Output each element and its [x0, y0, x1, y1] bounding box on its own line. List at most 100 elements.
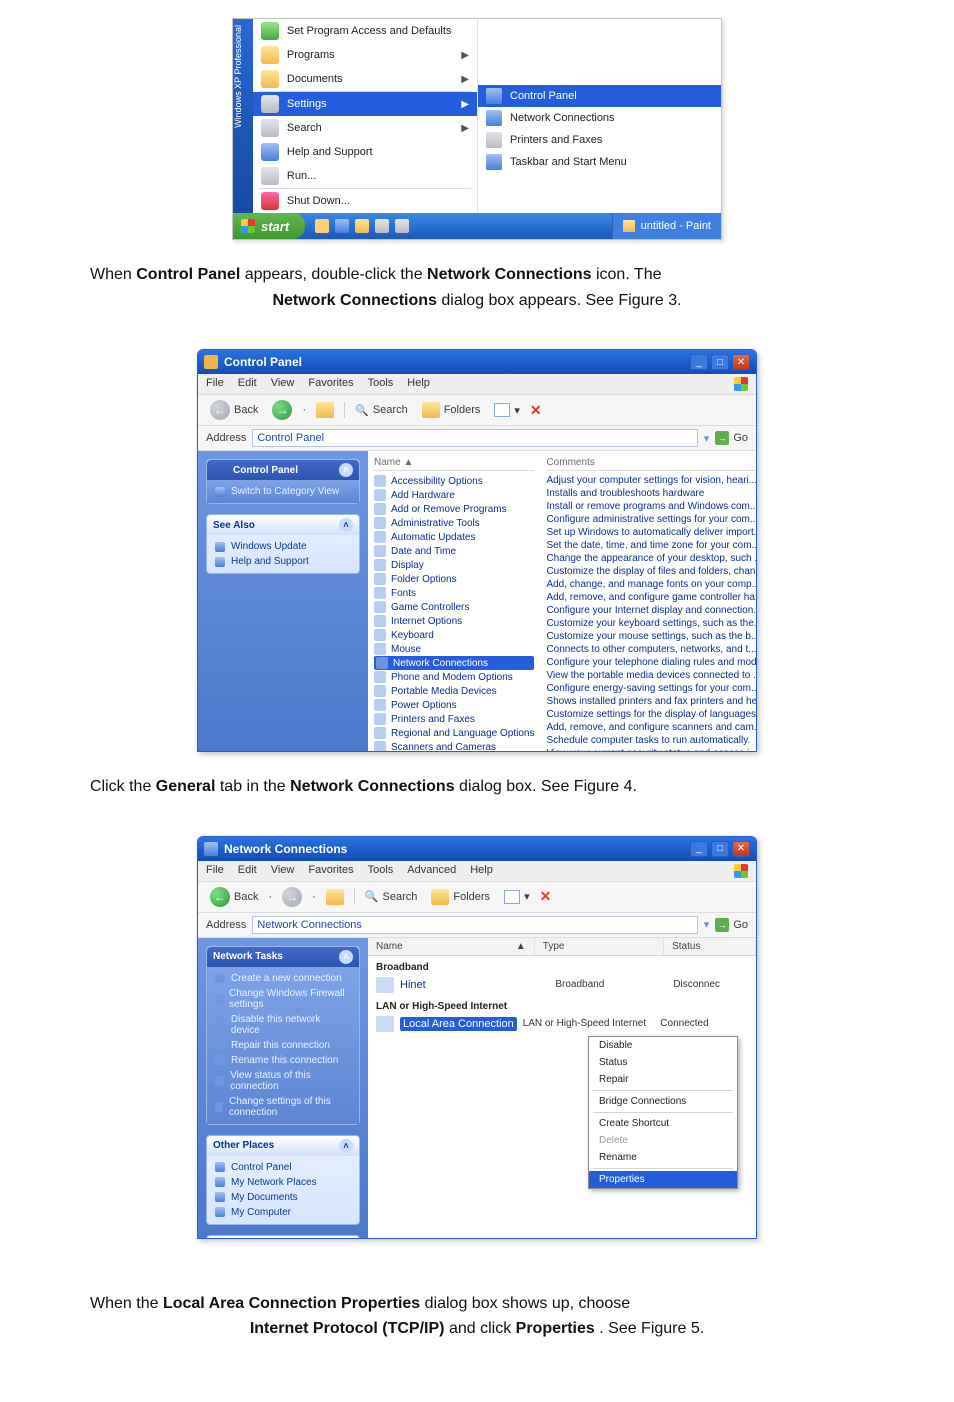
context-menu-item[interactable]: Bridge Connections — [589, 1093, 737, 1110]
side-link[interactable]: My Documents — [215, 1192, 351, 1203]
list-item[interactable]: Automatic Updates — [374, 530, 534, 544]
menu-view[interactable]: View — [271, 864, 295, 878]
column-header-type[interactable]: Type — [535, 938, 664, 955]
start-menu-item[interactable]: Shut Down... — [253, 189, 477, 213]
list-item[interactable]: Power Options — [374, 698, 534, 712]
tray-icon[interactable] — [335, 219, 349, 233]
column-header-name[interactable]: Name ▲ — [374, 457, 534, 471]
connection-row[interactable]: Local Area ConnectionLAN or High-Speed I… — [368, 1014, 756, 1034]
views-button[interactable]: ▾ — [490, 402, 524, 418]
folders-button[interactable]: Folders — [427, 888, 494, 906]
up-button[interactable] — [322, 888, 348, 906]
taskbar-task[interactable]: untitled - Paint — [612, 213, 721, 239]
close-button[interactable]: ✕ — [732, 354, 750, 370]
tray-icon[interactable] — [315, 219, 329, 233]
maximize-button[interactable]: □ — [711, 354, 729, 370]
context-menu-item[interactable]: Status — [589, 1054, 737, 1071]
list-item[interactable]: Portable Media Devices — [374, 684, 534, 698]
list-item[interactable]: Date and Time — [374, 544, 534, 558]
back-button[interactable]: ←Back — [206, 399, 262, 421]
menu-help[interactable]: Help — [470, 864, 493, 878]
submenu-item[interactable]: Taskbar and Start Menu — [478, 151, 721, 173]
menu-view[interactable]: View — [271, 377, 295, 391]
forward-button[interactable]: → — [278, 886, 306, 908]
context-menu-item[interactable]: Rename — [589, 1149, 737, 1166]
go-button[interactable]: →Go — [715, 918, 748, 932]
tray-icon[interactable] — [375, 219, 389, 233]
start-button[interactable]: start — [233, 213, 305, 239]
close-button[interactable]: ✕ — [732, 841, 750, 857]
submenu-item[interactable]: Control Panel — [478, 85, 721, 107]
side-link[interactable]: Help and Support — [215, 556, 351, 567]
collapse-icon[interactable]: ˄ — [339, 518, 353, 532]
side-link[interactable]: Create a new connection — [215, 973, 351, 984]
side-link[interactable]: View status of this connection — [215, 1070, 351, 1092]
side-link[interactable]: Repair this connection — [215, 1040, 351, 1051]
up-button[interactable] — [312, 401, 338, 419]
menu-tools[interactable]: Tools — [368, 377, 394, 391]
side-link[interactable]: Rename this connection — [215, 1055, 351, 1066]
context-menu-item[interactable]: Properties — [589, 1171, 737, 1188]
address-input[interactable] — [252, 429, 697, 447]
switch-view-link[interactable]: Switch to Category View — [215, 486, 351, 497]
menu-tools[interactable]: Tools — [368, 864, 394, 878]
list-item[interactable]: Folder Options — [374, 572, 534, 586]
collapse-icon[interactable]: ˄ — [339, 463, 353, 477]
context-menu-item[interactable]: Disable — [589, 1037, 737, 1054]
menu-file[interactable]: File — [206, 864, 224, 878]
menu-edit[interactable]: Edit — [238, 377, 257, 391]
menu-favorites[interactable]: Favorites — [308, 864, 353, 878]
start-menu-item[interactable]: Settings▶ — [253, 92, 477, 116]
list-item[interactable]: Phone and Modem Options — [374, 670, 534, 684]
delete-icon[interactable]: ✕ — [530, 402, 542, 419]
views-button[interactable]: ▾ — [500, 889, 534, 905]
list-item[interactable]: Regional and Language Options — [374, 726, 534, 740]
folders-button[interactable]: Folders — [418, 401, 485, 419]
list-item[interactable]: Game Controllers — [374, 600, 534, 614]
list-item[interactable]: Printers and Faxes — [374, 712, 534, 726]
menu-file[interactable]: File — [206, 377, 224, 391]
start-menu-item[interactable]: Run... — [253, 164, 477, 188]
start-menu-item[interactable]: Set Program Access and Defaults — [253, 19, 477, 43]
menu-edit[interactable]: Edit — [238, 864, 257, 878]
submenu-item[interactable]: Network Connections — [478, 107, 721, 129]
list-item[interactable]: Administrative Tools — [374, 516, 534, 530]
list-item[interactable]: Add Hardware — [374, 488, 534, 502]
list-item[interactable]: Add or Remove Programs — [374, 502, 534, 516]
column-header-name[interactable]: Name ▲ — [368, 938, 535, 955]
start-menu-item[interactable]: Help and Support — [253, 140, 477, 164]
tray-icon[interactable] — [395, 219, 409, 233]
search-button[interactable]: 🔍Search — [351, 403, 412, 418]
minimize-button[interactable]: _ — [690, 354, 708, 370]
menu-advanced[interactable]: Advanced — [407, 864, 456, 878]
start-menu-item[interactable]: Documents▶ — [253, 67, 477, 91]
delete-icon[interactable]: ✕ — [540, 888, 552, 905]
list-item[interactable]: Keyboard — [374, 628, 534, 642]
side-link[interactable]: My Computer — [215, 1207, 351, 1218]
address-input[interactable] — [252, 916, 697, 934]
go-button[interactable]: →Go — [715, 431, 748, 445]
start-menu-item[interactable]: Programs▶ — [253, 43, 477, 67]
list-item[interactable]: Internet Options — [374, 614, 534, 628]
search-button[interactable]: 🔍Search — [361, 889, 422, 904]
column-header-comments[interactable]: Comments — [546, 457, 756, 471]
maximize-button[interactable]: □ — [711, 841, 729, 857]
list-item[interactable]: Display — [374, 558, 534, 572]
submenu-item[interactable]: Printers and Faxes — [478, 129, 721, 151]
side-link[interactable]: Change Windows Firewall settings — [215, 988, 351, 1010]
side-link[interactable]: Change settings of this connection — [215, 1096, 351, 1118]
side-link[interactable]: Disable this network device — [215, 1014, 351, 1036]
list-item[interactable]: Accessibility Options — [374, 474, 534, 488]
context-menu-item[interactable]: Repair — [589, 1071, 737, 1088]
context-menu-item[interactable]: Create Shortcut — [589, 1115, 737, 1132]
side-link[interactable]: Control Panel — [215, 1162, 351, 1173]
list-item[interactable]: Mouse — [374, 642, 534, 656]
dropdown-icon[interactable]: ▾ — [704, 432, 710, 445]
menu-help[interactable]: Help — [407, 377, 430, 391]
forward-button[interactable]: → — [268, 399, 296, 421]
minimize-button[interactable]: _ — [690, 841, 708, 857]
collapse-icon[interactable]: ˄ — [339, 950, 353, 964]
list-item[interactable]: Fonts — [374, 586, 534, 600]
connection-row[interactable]: HinetBroadbandDisconnec — [368, 975, 756, 995]
side-link[interactable]: My Network Places — [215, 1177, 351, 1188]
